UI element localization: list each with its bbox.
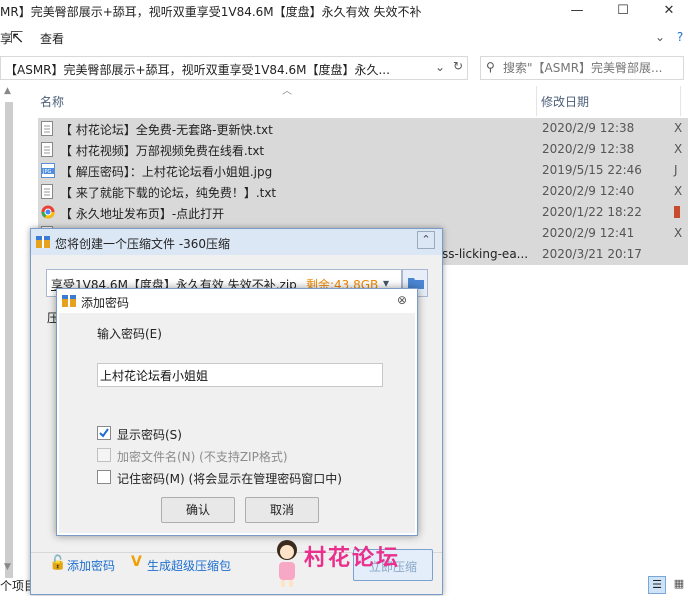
txt-file-icon <box>41 142 55 158</box>
add-password-dialog: 添加密码 ⊗ 输入密码(E) 显示密码(S) 加密文件名(N) (不支持ZIP格… <box>56 288 418 536</box>
file-date: 2020/3/21 20:17 <box>542 247 642 261</box>
minimize-button[interactable]: — <box>554 0 600 24</box>
tiles-view-icon[interactable]: ▦ <box>670 576 688 594</box>
file-row[interactable]: 【 村花视频】万部视频免费在线看.txt 2020/2/9 12:38 X <box>38 139 688 160</box>
address-text: 【ASMR】完美臀部展示+舔耳，视听双重享受1V84.6M【度盘】永久... <box>5 63 390 77</box>
column-divider[interactable] <box>680 86 681 116</box>
scroll-up-icon[interactable]: ▲ <box>4 86 11 96</box>
file-row[interactable]: 【 永久地址发布页】-点此打开 2020/1/22 18:22 <box>38 202 688 223</box>
help-icon[interactable]: ? <box>672 29 688 45</box>
mouse-cursor-icon: ⇱ <box>10 28 24 47</box>
file-name: ss-licking-ea... <box>442 247 529 261</box>
details-view-icon[interactable]: ☰ <box>648 576 666 594</box>
forum-watermark: 村花论坛 <box>272 534 432 590</box>
file-row[interactable]: JPG 【 解压密码】：上村花论坛看小姐姐.jpg 2019/5/15 22:4… <box>38 160 688 181</box>
file-date: 2020/2/9 12:38 <box>542 142 635 156</box>
collapse-icon[interactable]: ⌃ <box>417 231 435 249</box>
title-bar: MR】完美臀部展示+舔耳，视听双重享受1V84.6M【度盘】永久有效 失效不补 … <box>0 0 688 24</box>
file-row[interactable]: 【 村花论坛】全免费-无套路-更新快.txt 2020/2/9 12:38 X <box>38 118 688 139</box>
window-title: MR】完美臀部展示+舔耳，视听双重享受1V84.6M【度盘】永久有效 失效不补 <box>0 5 422 19</box>
address-bar[interactable]: 【ASMR】完美臀部展示+舔耳，视听双重享受1V84.6M【度盘】永久... ⌄… <box>0 56 468 80</box>
cartoon-girl-icon <box>272 538 302 591</box>
add-password-link[interactable]: 添加密码 <box>67 557 115 574</box>
sort-asc-icon: ︿ <box>282 86 292 97</box>
remember-password-label: 记住密码(M) (将会显示在管理密码窗口中) <box>117 472 342 486</box>
file-date: 2020/2/9 12:41 <box>542 226 635 240</box>
menu-bar: 享 ⇱ 查看 ⌄ ? <box>0 26 688 50</box>
menu-view[interactable]: 查看 <box>40 30 64 47</box>
dialog-title: 添加密码 <box>81 296 130 310</box>
close-icon[interactable]: ⊗ <box>393 291 411 309</box>
maximize-button[interactable]: ☐ <box>600 0 646 24</box>
encrypt-filenames-checkbox[interactable] <box>97 448 111 462</box>
column-date[interactable]: 修改日期 <box>541 93 589 110</box>
dialog-title: 您将创建一个压缩文件 -360压缩 <box>55 237 231 251</box>
password-label: 输入密码(E) <box>97 327 162 341</box>
file-date: 2020/1/22 18:22 <box>542 205 642 219</box>
txt-file-icon <box>41 184 55 200</box>
file-type: J <box>674 163 678 177</box>
zip-app-icon <box>61 293 77 312</box>
show-password-label: 显示密码(S) <box>117 428 182 442</box>
vertical-scrollbar[interactable]: ▲ ▼ <box>2 86 16 578</box>
show-password-checkbox[interactable] <box>97 426 111 440</box>
file-type: X <box>674 142 683 156</box>
watermark-text: 村花论坛 <box>304 546 401 571</box>
file-type: X <box>674 226 683 240</box>
txt-file-icon <box>41 121 55 137</box>
scroll-down-icon[interactable]: ▼ <box>4 562 11 572</box>
file-date: 2020/2/9 12:40 <box>542 184 635 198</box>
file-type-icon <box>674 206 680 218</box>
file-name: 【 永久地址发布页】-点此打开 <box>60 207 225 221</box>
file-name: 【 村花论坛】全免费-无套路-更新快.txt <box>60 123 273 137</box>
column-divider[interactable] <box>536 86 537 116</box>
search-icon: ⚲ <box>486 60 495 74</box>
confirm-button[interactable]: 确认 <box>161 497 235 523</box>
jpg-file-icon: JPG <box>41 163 55 179</box>
file-name: 【 解压密码】：上村花论坛看小姐姐.jpg <box>60 165 273 179</box>
file-type: X <box>674 184 683 198</box>
file-name: 【 村花视频】万部视频免费在线看.txt <box>60 144 265 158</box>
scrollbar-thumb[interactable] <box>5 102 13 578</box>
search-input[interactable] <box>503 59 681 77</box>
dialog-body: 输入密码(E) 显示密码(S) 加密文件名(N) (不支持ZIP格式) 记住密码… <box>59 313 415 533</box>
dialog-title-bar: 添加密码 ⊗ <box>57 289 417 313</box>
file-date: 2020/2/9 12:38 <box>542 121 635 135</box>
dropdown-icon[interactable]: ⌄ <box>435 60 445 74</box>
file-row[interactable]: 【 来了就能下载的论坛，纯免费！】.txt 2020/2/9 12:40 X <box>38 181 688 202</box>
column-header: ︿ 名称 修改日期 <box>20 86 688 116</box>
file-name: 【 来了就能下载的论坛，纯免费！】.txt <box>60 186 277 200</box>
dialog-title-bar: 您将创建一个压缩文件 -360压缩 ⌃ <box>31 229 442 255</box>
remember-password-checkbox[interactable] <box>97 470 111 484</box>
column-name[interactable]: 名称 <box>40 93 64 110</box>
file-date: 2019/5/15 22:46 <box>542 163 642 177</box>
chrome-shortcut-icon <box>41 205 55 221</box>
close-button[interactable]: ✕ <box>646 0 688 24</box>
cancel-button[interactable]: 取消 <box>245 497 319 523</box>
zip-app-icon <box>35 234 51 253</box>
encrypt-filenames-label: 加密文件名(N) (不支持ZIP格式) <box>117 450 288 464</box>
search-box[interactable]: ⚲ <box>480 56 684 80</box>
chevron-down-icon[interactable]: ⌄ <box>652 29 668 45</box>
svg-text:JPG: JPG <box>42 169 51 175</box>
super-package-link[interactable]: 生成超级压缩包 <box>147 557 231 574</box>
lock-icon: 🔓 <box>49 555 67 571</box>
file-type: X <box>674 121 683 135</box>
refresh-icon[interactable]: ↻ <box>453 59 463 73</box>
password-input[interactable] <box>97 363 383 387</box>
super-package-icon: V <box>131 554 142 570</box>
